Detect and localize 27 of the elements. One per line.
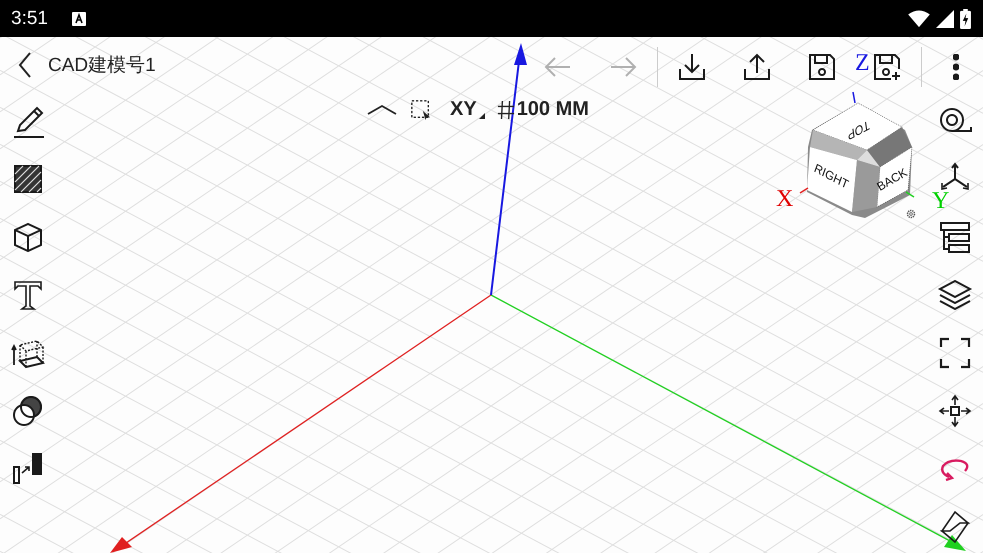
signal-icon <box>936 10 954 28</box>
axis-label: Y <box>932 188 950 214</box>
cube-face-label: TOP <box>846 117 870 143</box>
flip-tool-button[interactable] <box>937 509 973 545</box>
notification-icon <box>72 12 86 26</box>
save-icon <box>806 51 838 83</box>
gear-icon <box>906 210 916 218</box>
grid-size[interactable]: 100 MM <box>516 98 589 121</box>
layers-tool-button[interactable] <box>937 277 973 313</box>
clock: 3:51 <box>11 8 48 30</box>
select-box-button[interactable] <box>410 98 432 120</box>
battery-icon <box>960 8 971 28</box>
import-icon <box>676 51 708 83</box>
grid-icon <box>496 100 515 120</box>
back-button[interactable] <box>18 51 32 79</box>
tree-tool-button[interactable] <box>937 219 973 255</box>
wifi-icon <box>908 10 930 28</box>
axis-label: Z <box>855 50 870 76</box>
export-icon <box>741 51 773 83</box>
more-icon <box>953 54 959 80</box>
plane-dropdown[interactable]: XY <box>450 98 485 121</box>
view-cube-drawing[interactable] <box>800 92 914 218</box>
fit-tool-button[interactable] <box>937 335 973 371</box>
move-tool-button[interactable] <box>937 393 973 429</box>
dropdown-caret-icon <box>478 113 485 119</box>
project-title: CAD建模号1 <box>48 54 156 78</box>
axis-label: X <box>776 186 794 212</box>
